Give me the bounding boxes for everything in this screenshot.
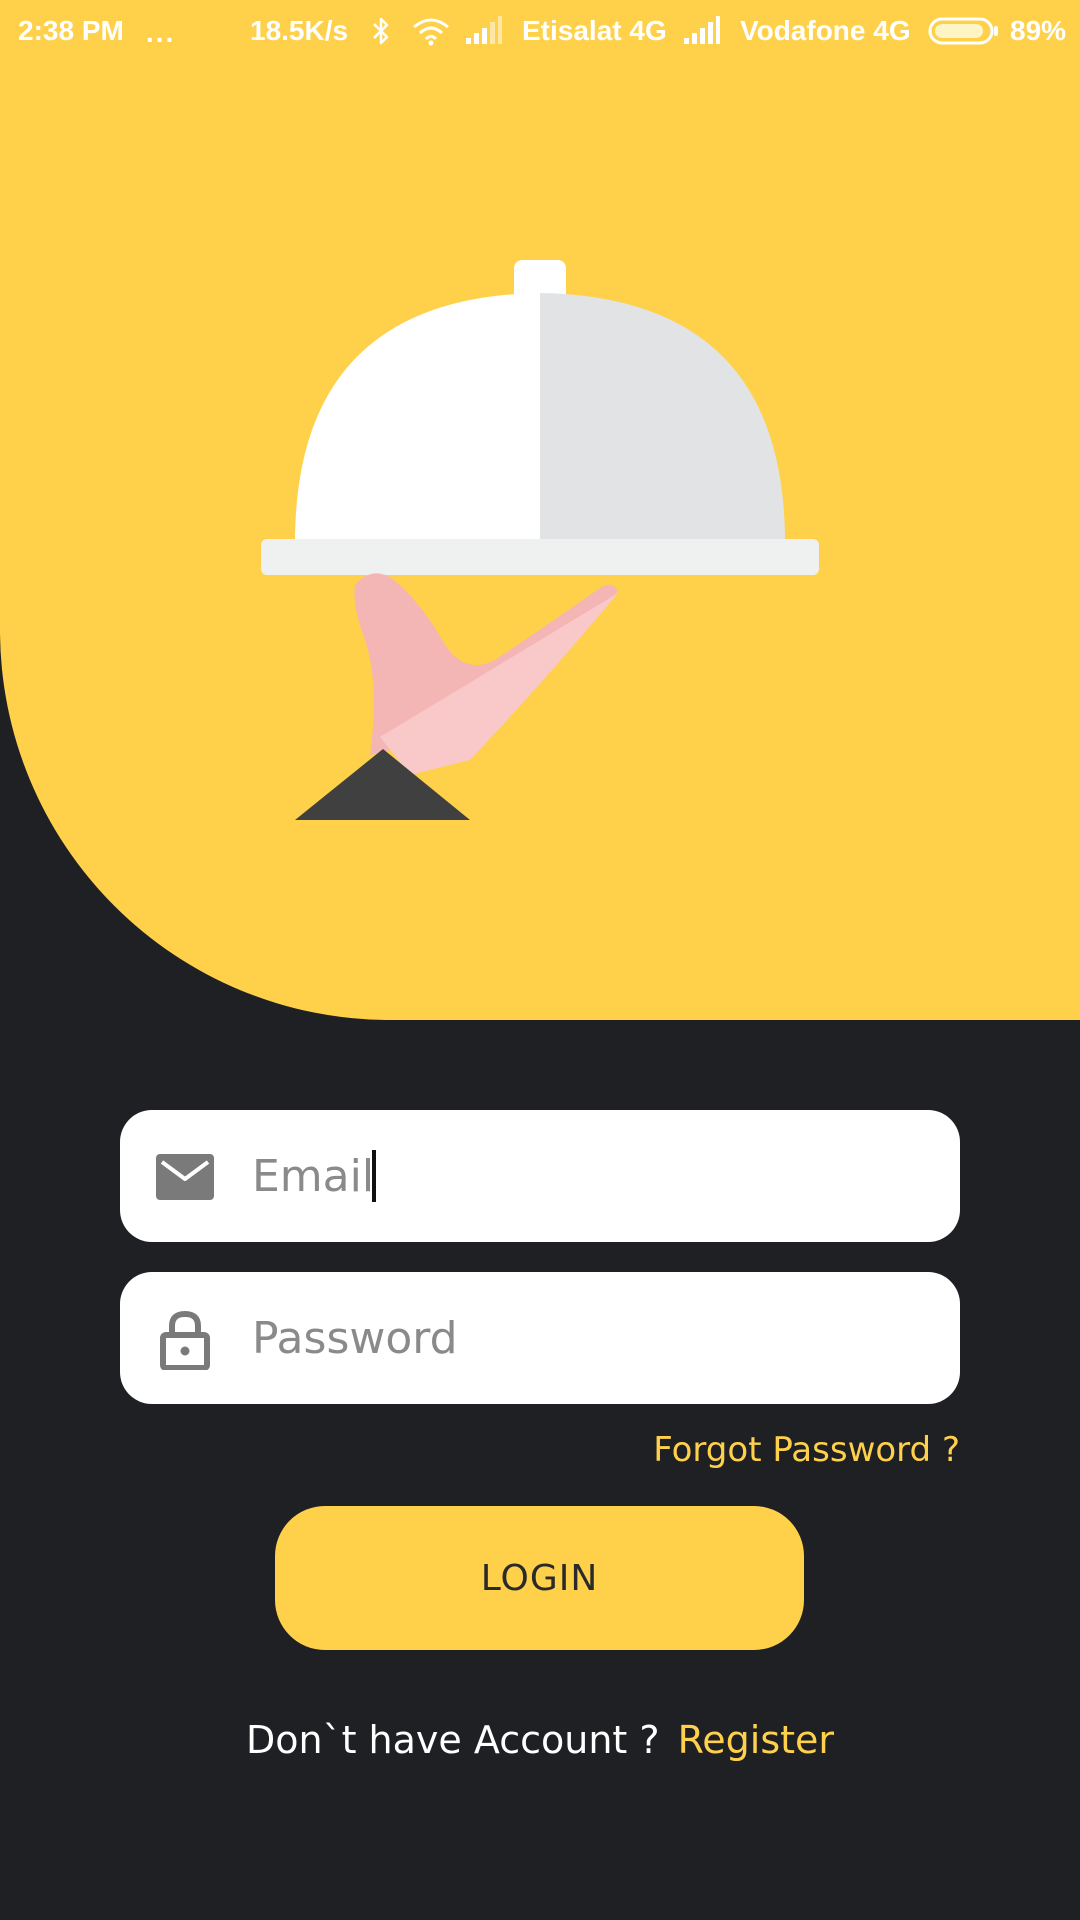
register-prompt-text: Don`t have Account ? — [245, 1718, 660, 1762]
bluetooth-icon — [373, 17, 389, 45]
wifi-icon — [413, 18, 449, 46]
login-button[interactable]: LOGIN — [275, 1506, 804, 1650]
status-bar: 2:38 PM ... 18.5K/s Etisalat 4G Vodafone… — [0, 0, 1080, 62]
forgot-password-link[interactable]: Forgot Password ? — [0, 1430, 960, 1470]
battery-icon — [928, 17, 998, 45]
register-link[interactable]: Register — [678, 1718, 834, 1762]
status-time: 2:38 PM — [18, 15, 124, 46]
serving-cloche-illustration — [261, 260, 819, 820]
notification-more-indicator: ... — [146, 17, 176, 48]
battery-percent: 89% — [1010, 15, 1067, 46]
email-input[interactable] — [132, 1110, 812, 1242]
network-speed: 18.5K/s — [250, 15, 349, 46]
password-input[interactable] — [132, 1272, 812, 1404]
email-field[interactable] — [120, 1110, 960, 1242]
carrier-1: Etisalat 4G — [522, 15, 667, 46]
carrier-2: Vodafone 4G — [740, 15, 911, 46]
password-field[interactable] — [120, 1272, 960, 1404]
signal-icon — [466, 16, 502, 44]
text-cursor — [372, 1150, 376, 1202]
register-prompt-row: Don`t have Account ? Register — [0, 1718, 1080, 1762]
hero-banner — [0, 0, 1080, 1020]
signal-icon — [684, 16, 720, 44]
